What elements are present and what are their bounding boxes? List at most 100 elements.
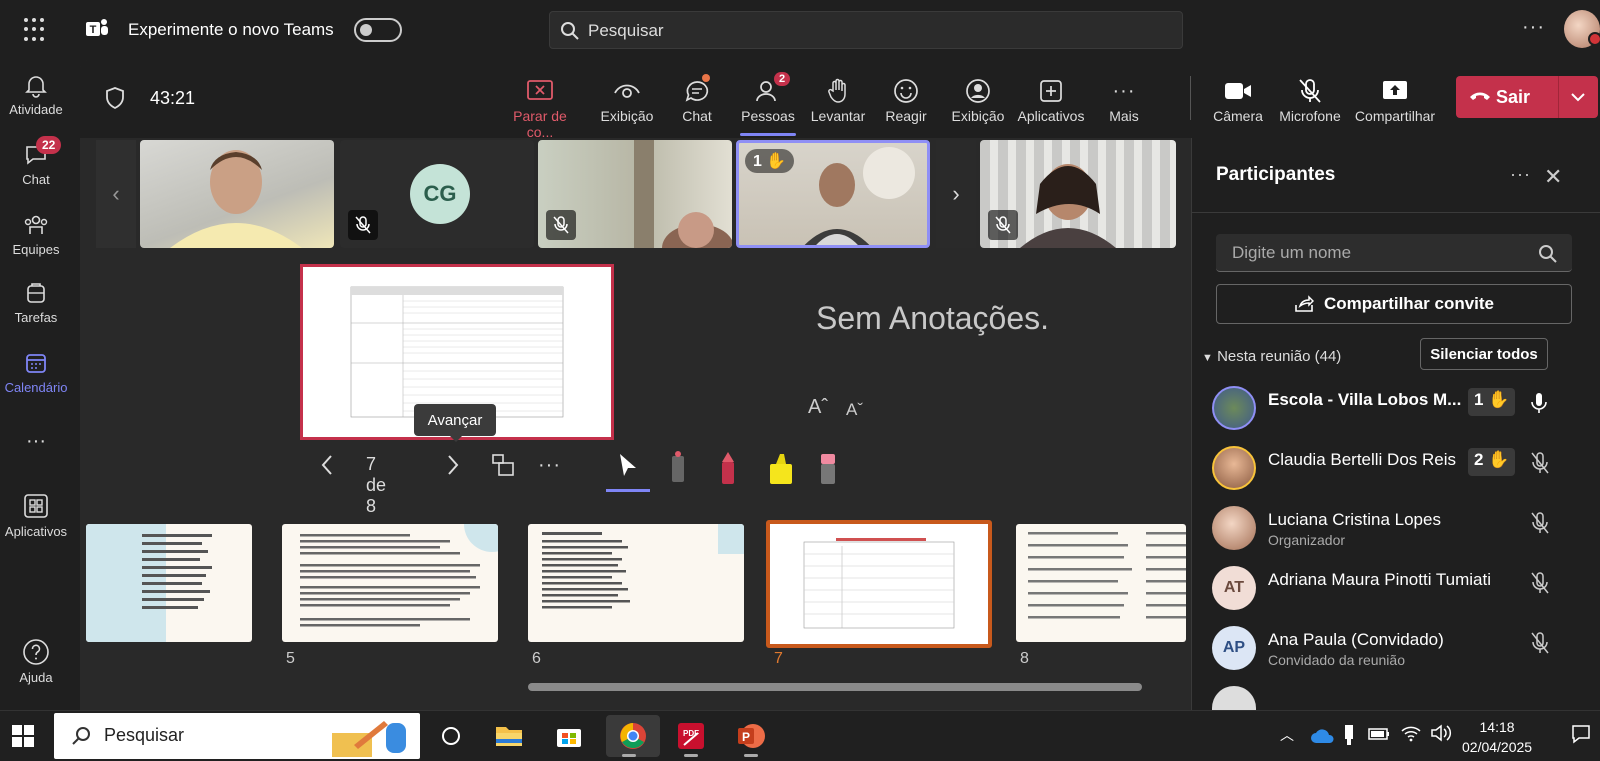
participant-video-tile[interactable] (538, 140, 732, 248)
participant-search-input[interactable] (1232, 243, 1522, 263)
close-icon[interactable]: ✕ (1544, 164, 1562, 190)
pointer-tool[interactable] (606, 446, 650, 492)
in-meeting-section[interactable]: ▼ Nesta reunião (44) (1202, 348, 1341, 365)
participant-row[interactable]: AP Ana Paula (Convidado) Convidado da re… (1212, 620, 1592, 680)
rail-apps[interactable]: Aplicativos (0, 492, 72, 539)
search-bar[interactable]: Pesquisar (549, 11, 1183, 49)
more-options-icon[interactable]: ··· (1522, 16, 1545, 39)
raise-hand-button[interactable]: Levantar (810, 74, 866, 124)
mute-all-button[interactable]: Silenciar todos (1420, 338, 1548, 370)
new-teams-toggle[interactable] (354, 18, 402, 42)
rail-more[interactable]: ··· (0, 430, 72, 453)
rail-chat[interactable]: 22 Chat (0, 136, 72, 187)
chevron-down-icon[interactable] (1568, 88, 1588, 106)
share-button[interactable]: Compartilhar (1354, 74, 1436, 124)
taskbar-store[interactable] (546, 715, 592, 757)
rail-calendar[interactable]: Calendário (0, 350, 72, 395)
rail-teams[interactable]: Equipes (0, 212, 72, 257)
volume-icon[interactable] (1430, 723, 1452, 743)
avatar (1212, 386, 1256, 430)
chat-button[interactable]: Chat (674, 74, 720, 124)
rail-help[interactable]: Ajuda (0, 638, 72, 685)
slide-thumbnail[interactable] (1016, 524, 1186, 642)
view-button[interactable]: Exibição (596, 74, 658, 124)
share-screen-icon (1383, 81, 1407, 99)
participant-row[interactable]: Claudia Bertelli Dos Reis 2 ✋ (1212, 440, 1592, 500)
participant-tile-cg[interactable]: CG (340, 140, 534, 248)
slide-thumbnail[interactable] (528, 524, 744, 642)
decrease-font-button[interactable]: Aˇ (846, 400, 863, 420)
slide-thumbnail[interactable] (282, 524, 498, 642)
app-launcher-icon[interactable] (24, 18, 48, 42)
rail-tasks[interactable]: Tarefas (0, 280, 72, 325)
avatar: AT (1212, 566, 1256, 610)
pen-tool[interactable] (716, 450, 740, 491)
grid-view-button[interactable] (490, 452, 516, 483)
panel-more-icon[interactable]: ··· (1510, 164, 1531, 185)
wifi-icon[interactable] (1400, 723, 1422, 743)
more-button[interactable]: ··· Mais (1104, 74, 1144, 125)
taskbar-explorer[interactable] (486, 715, 532, 757)
leave-button[interactable]: Sair (1456, 76, 1598, 118)
participant-row[interactable]: AT Adriana Maura Pinotti Tumiati (1212, 560, 1592, 620)
stop-sharing-button[interactable]: Parar de co... (498, 74, 582, 140)
profile-avatar[interactable] (1564, 10, 1600, 48)
chevron-left-icon (321, 455, 332, 475)
next-slide-button[interactable] (446, 454, 460, 481)
thumbnail-scrollbar[interactable] (528, 683, 1142, 691)
person-circle-icon (966, 79, 990, 103)
taskbar-search[interactable]: Pesquisar (54, 713, 420, 759)
react-button[interactable]: Reagir (884, 74, 928, 124)
taskbar-search-placeholder: Pesquisar (104, 725, 185, 745)
avatar: AP (1212, 626, 1256, 670)
clock-time: 14:18 (1479, 719, 1515, 735)
strip-prev-button[interactable]: ‹ (96, 140, 136, 248)
task-view-button[interactable] (428, 715, 474, 757)
apps-label: Aplicativos (1017, 108, 1085, 124)
eraser-icon (821, 454, 835, 484)
eye-icon (614, 84, 640, 98)
laser-pointer-tool[interactable] (666, 450, 690, 491)
strip-next-button[interactable]: › (936, 140, 976, 248)
top-bar: T Experimente o novo Teams Pesquisar ··· (0, 0, 1600, 60)
participant-search[interactable] (1216, 234, 1572, 272)
camera-label: Câmera (1213, 108, 1263, 124)
participant-video-tile[interactable] (980, 140, 1176, 248)
onedrive-icon[interactable] (1310, 727, 1336, 745)
usb-icon[interactable] (1342, 723, 1356, 747)
increase-font-button[interactable]: Aˆ (808, 396, 828, 419)
participant-video-tile-active[interactable]: 1 ✋ (736, 140, 930, 248)
participant-row[interactable]: Escola - Villa Lobos M... 1 ✋ (1212, 380, 1592, 440)
apps-button[interactable]: Aplicativos (1016, 74, 1086, 124)
raised-hand-indicator: 1 ✋ (745, 149, 795, 173)
people-button[interactable]: 2 Pessoas (740, 72, 796, 136)
camera-button[interactable]: Câmera (1212, 74, 1264, 124)
taskbar-powerpoint[interactable]: P (728, 715, 774, 757)
battery-icon[interactable] (1368, 725, 1390, 743)
participant-row[interactable]: Luciana Cristina Lopes Organizador (1212, 500, 1592, 560)
leave-separator (1558, 76, 1559, 118)
view-options-button[interactable]: Exibição (948, 74, 1008, 124)
slide-thumbnail-selected[interactable] (766, 520, 992, 648)
taskbar-chrome[interactable] (606, 715, 660, 757)
shield-icon[interactable] (104, 86, 126, 110)
share-invite-button[interactable]: Compartilhar convite (1216, 284, 1572, 324)
system-clock[interactable]: 14:18 02/04/2025 (1462, 717, 1532, 757)
more-options-button[interactable]: ··· (538, 454, 561, 477)
taskbar-pdf[interactable]: PDF (668, 715, 714, 757)
microphone-button[interactable]: Microfone (1278, 74, 1342, 124)
eraser-tool[interactable] (816, 450, 840, 491)
chevron-up-icon[interactable]: ︿ (1280, 725, 1294, 745)
windows-start-icon[interactable] (12, 725, 34, 747)
mic-icon (1531, 393, 1547, 413)
participant-video-tile[interactable] (140, 140, 334, 248)
slide-thumbnail[interactable] (86, 524, 252, 642)
slide-number: 5 (286, 650, 295, 667)
slide-number: 8 (1020, 650, 1029, 667)
participant-role: Organizador (1268, 532, 1346, 548)
rail-activity[interactable]: Atividade (0, 72, 72, 117)
highlighter-tool[interactable] (766, 450, 796, 491)
prev-slide-button[interactable] (320, 454, 334, 481)
notification-icon[interactable] (1570, 723, 1592, 745)
store-icon (557, 729, 581, 747)
